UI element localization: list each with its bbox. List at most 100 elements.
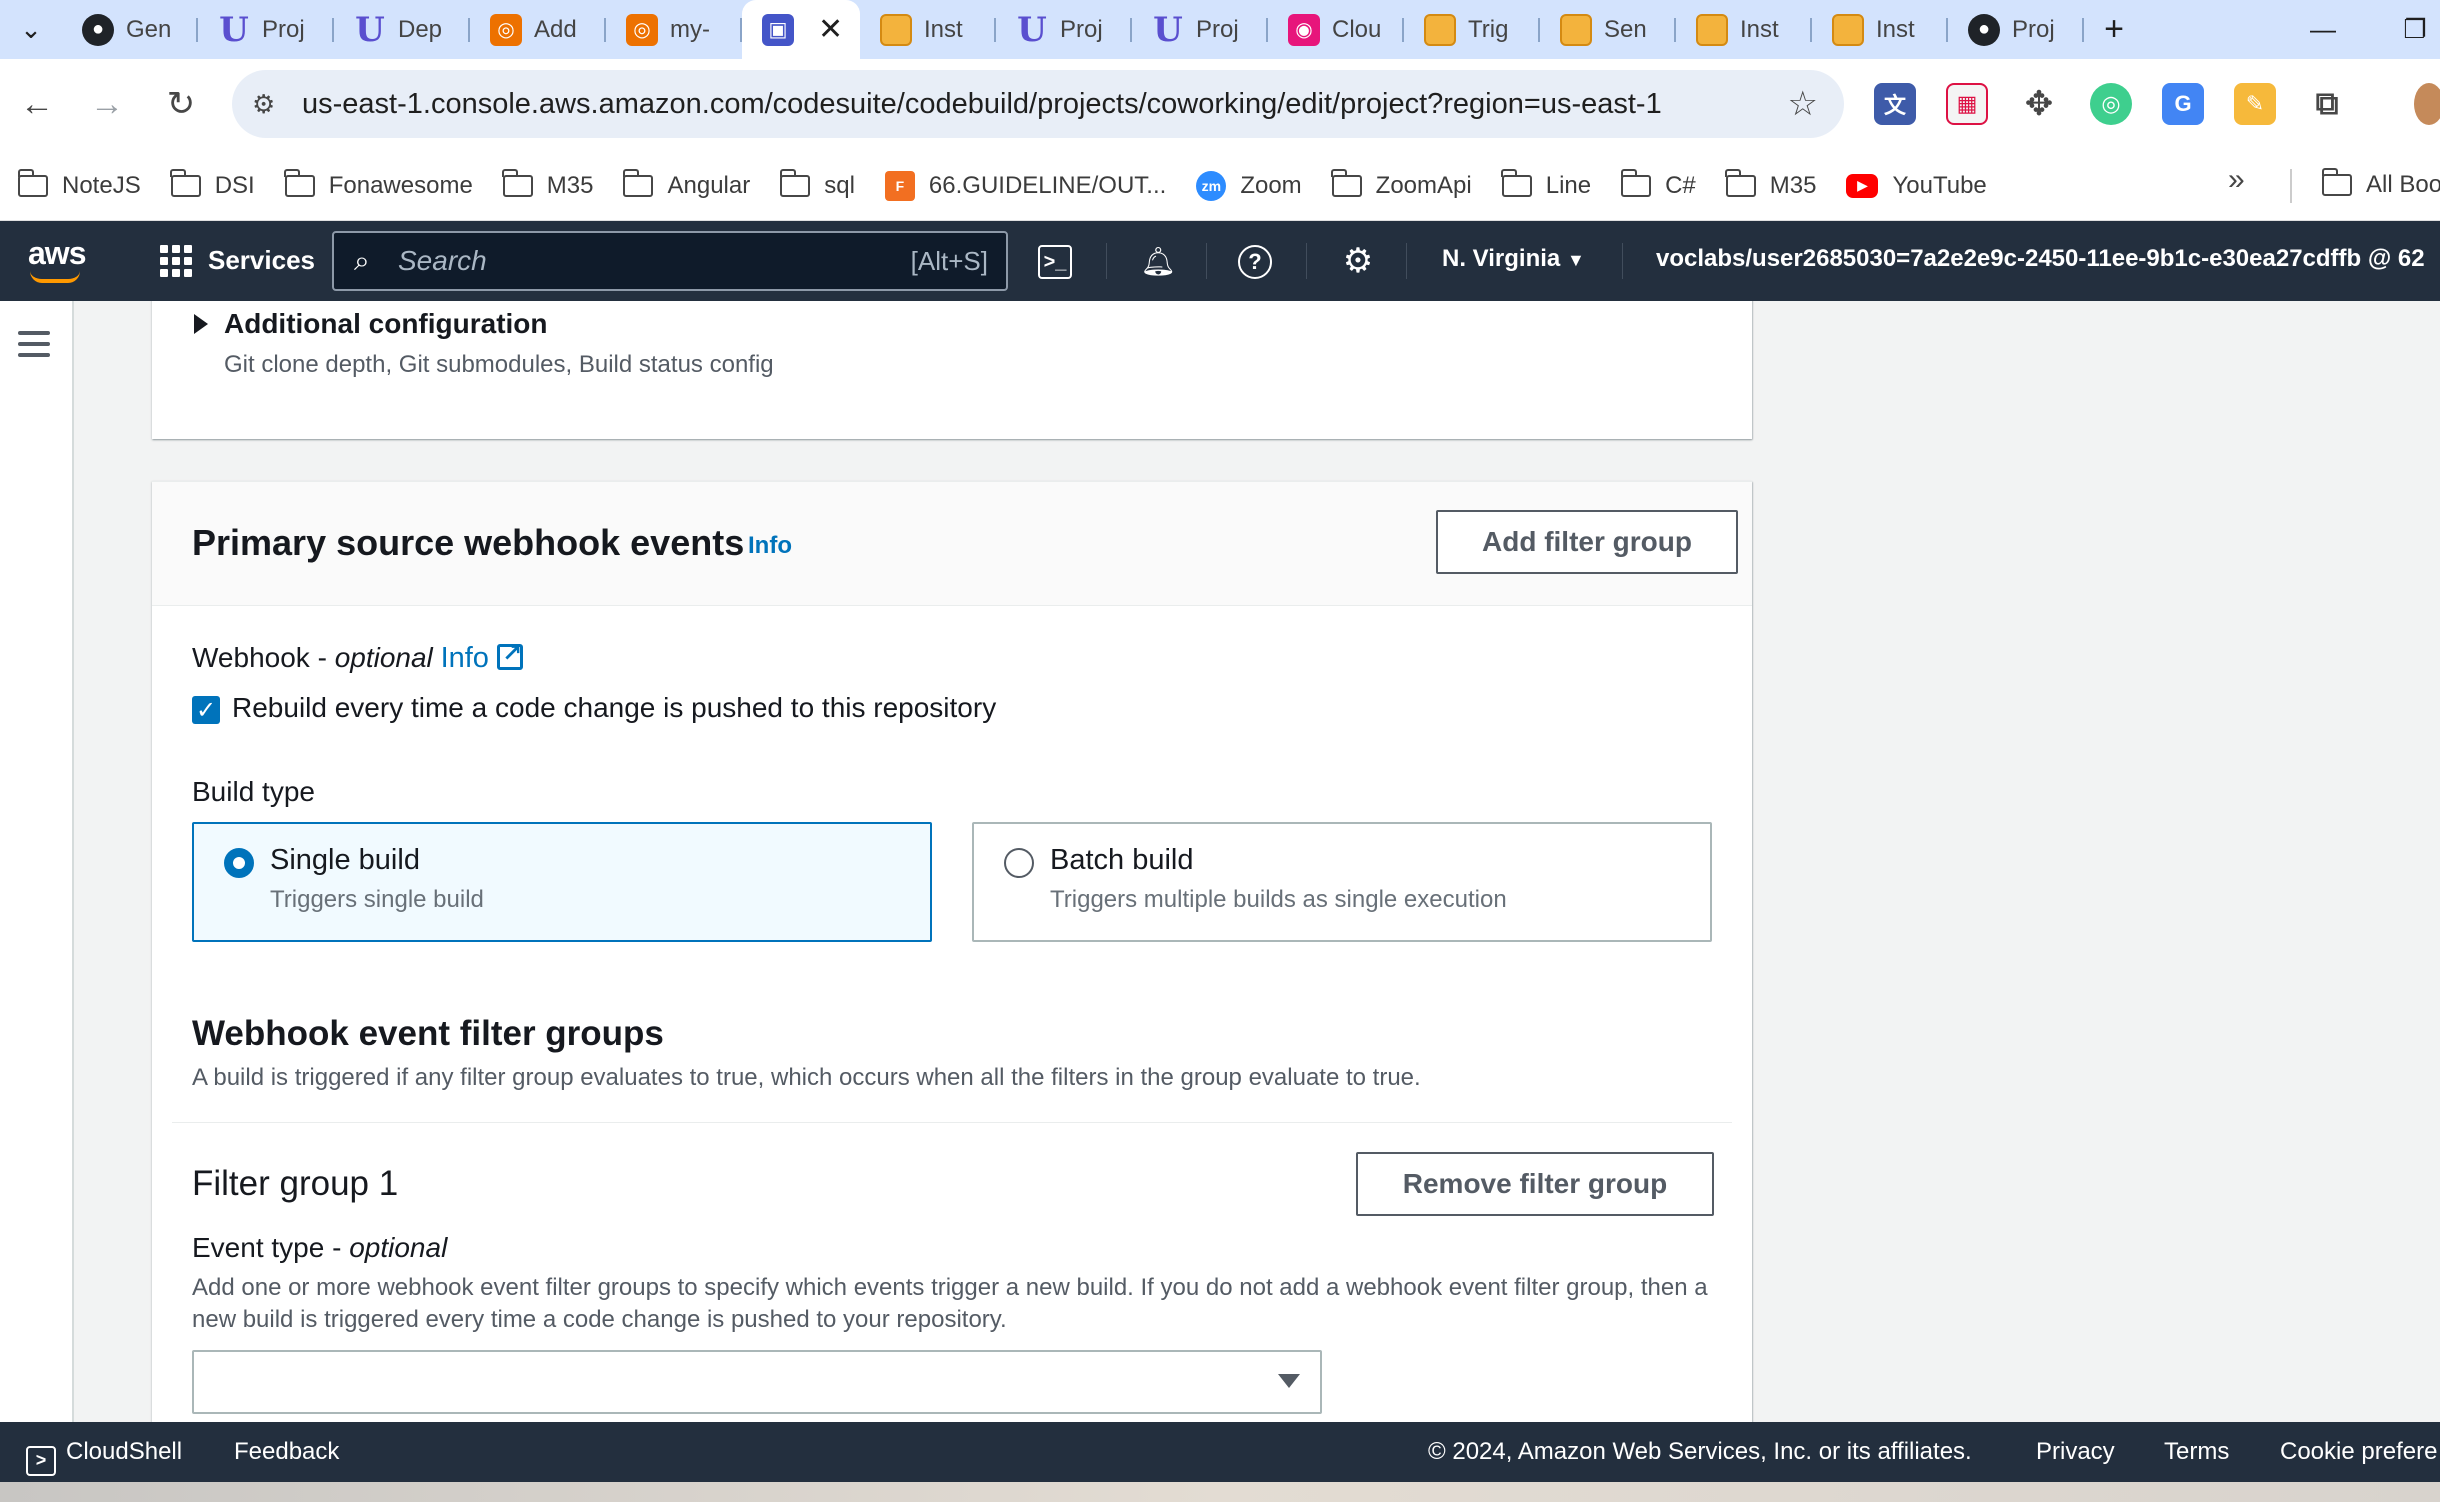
- all-bookmarks-folder[interactable]: All Boo: [2321, 168, 2440, 199]
- folder-icon: [2321, 168, 2352, 196]
- privacy-link[interactable]: Privacy: [2036, 1438, 2115, 1466]
- bookmark-star-icon[interactable]: ☆: [1788, 84, 1818, 124]
- rebuild-checkbox-label[interactable]: Rebuild every time a code change is push…: [232, 692, 996, 724]
- single-build-tile[interactable]: Single build Triggers single build: [192, 822, 932, 942]
- calendar-extension-icon[interactable]: ▦: [1946, 83, 1988, 125]
- new-tab-icon[interactable]: +: [2084, 0, 2144, 59]
- services-grid-icon[interactable]: [160, 245, 192, 277]
- bookmark-folder[interactable]: Line: [1501, 168, 1591, 200]
- additional-configuration-toggle[interactable]: Additional configuration: [224, 308, 548, 340]
- aws-logo[interactable]: aws: [28, 235, 86, 272]
- bookmark-folder[interactable]: M35: [502, 168, 593, 200]
- additional-configuration-description: Git clone depth, Git submodules, Build s…: [224, 351, 774, 378]
- zoom-icon: zm: [1196, 170, 1227, 201]
- bookmark-folder[interactable]: Fonawesome: [284, 168, 473, 200]
- profile-avatar[interactable]: [2414, 83, 2440, 125]
- translate-extension-icon[interactable]: 文: [1874, 83, 1916, 125]
- hamburger-menu-icon[interactable]: [18, 331, 50, 364]
- tab-search-chevron-icon[interactable]: ⌄: [0, 0, 62, 59]
- udacity-icon: U: [1017, 9, 1047, 50]
- url-text[interactable]: us-east-1.console.aws.amazon.com/codesui…: [292, 88, 1662, 121]
- browser-tab[interactable]: Inst: [860, 0, 996, 59]
- google-translate-icon[interactable]: G: [2162, 83, 2204, 125]
- bookmark-link[interactable]: ▶ YouTube: [1846, 172, 1987, 200]
- webhook-label: Webhook - optional Info: [192, 639, 523, 675]
- event-type-select[interactable]: [192, 1350, 1322, 1414]
- help-icon[interactable]: ?: [1238, 245, 1272, 279]
- codebuild-icon: ▣: [762, 13, 794, 46]
- remove-filter-group-button[interactable]: Remove filter group: [1356, 1152, 1714, 1216]
- bookmark-folder[interactable]: C#: [1620, 168, 1696, 200]
- bookmark-link[interactable]: F 66.GUIDELINE/OUT...: [884, 170, 1166, 201]
- aws-console-footer: > CloudShell Feedback © 2024, Amazon Web …: [0, 1422, 2440, 1482]
- folder-icon: [1501, 168, 1532, 197]
- bookmark-link[interactable]: zm Zoom: [1196, 170, 1302, 201]
- browser-tab[interactable]: U Proj: [198, 0, 334, 59]
- browser-tab[interactable]: U Dep: [334, 0, 470, 59]
- bookmark-folder[interactable]: NoteJS: [17, 168, 141, 200]
- bookmark-folder[interactable]: sql: [779, 168, 855, 200]
- back-arrow-icon[interactable]: ←: [12, 79, 62, 129]
- bookmark-folder[interactable]: DSI: [170, 168, 255, 200]
- more-bookmarks-icon[interactable]: »: [2228, 163, 2245, 197]
- feedback-link[interactable]: Feedback: [234, 1438, 339, 1466]
- folder-icon: [1331, 168, 1362, 197]
- move-extension-icon[interactable]: ✥: [2018, 83, 2060, 125]
- minimize-window-icon[interactable]: —: [2288, 0, 2358, 59]
- site-settings-icon[interactable]: ⚙: [232, 89, 292, 120]
- browser-tab-active[interactable]: ▣ ✕: [742, 0, 860, 59]
- cloudshell-footer-button[interactable]: > CloudShell: [26, 1438, 182, 1476]
- browser-tab[interactable]: Inst: [1812, 0, 1948, 59]
- browser-tab[interactable]: ◎ Add: [470, 0, 606, 59]
- expand-caret-icon[interactable]: [194, 314, 208, 334]
- tile-description: Triggers single build: [270, 886, 484, 913]
- bookmark-folder[interactable]: M35: [1725, 168, 1816, 200]
- green-extension-icon[interactable]: ◎: [2090, 83, 2132, 125]
- bookmark-folder[interactable]: ZoomApi: [1331, 168, 1472, 200]
- browser-tab[interactable]: Sen: [1540, 0, 1676, 59]
- settings-gear-icon[interactable]: ⚙: [1338, 241, 1378, 281]
- browser-tab[interactable]: U Proj: [1132, 0, 1268, 59]
- rebuild-checkbox[interactable]: ✓: [192, 696, 220, 724]
- highlighter-extension-icon[interactable]: ✎: [2234, 83, 2276, 125]
- header-separator: [1106, 243, 1107, 279]
- batch-build-radio[interactable]: [1004, 848, 1034, 878]
- browser-tab[interactable]: ◎ my-: [606, 0, 742, 59]
- aws-service-icon: ◎: [626, 13, 658, 46]
- external-link-icon[interactable]: [496, 639, 523, 670]
- extensions-puzzle-icon[interactable]: ⧉: [2306, 83, 2348, 125]
- cloudshell-icon[interactable]: >_: [1038, 245, 1072, 279]
- close-tab-icon[interactable]: ✕: [818, 12, 843, 47]
- address-bar[interactable]: ⚙ us-east-1.console.aws.amazon.com/codes…: [232, 70, 1844, 138]
- account-menu[interactable]: voclabs/user2685030=7a2e2e9c-2450-11ee-9…: [1656, 245, 2425, 273]
- folder-icon: [17, 168, 48, 197]
- add-filter-group-button[interactable]: Add filter group: [1436, 510, 1738, 574]
- batch-build-tile[interactable]: Batch build Triggers multiple builds as …: [972, 822, 1712, 942]
- udacity-icon: U: [355, 9, 385, 50]
- region-selector[interactable]: N. Virginia ▼: [1442, 245, 1585, 273]
- aws-cube-icon: [1696, 13, 1728, 46]
- aws-smile-logo: [30, 271, 80, 283]
- cookie-preferences-link[interactable]: Cookie prefere: [2280, 1438, 2437, 1466]
- bookmark-folder[interactable]: Angular: [622, 168, 750, 200]
- browser-tab[interactable]: Inst: [1676, 0, 1812, 59]
- browser-toolbar: ← → ↻ ⚙ us-east-1.console.aws.amazon.com…: [0, 59, 2440, 151]
- browser-tab[interactable]: U Proj: [996, 0, 1132, 59]
- restore-window-icon[interactable]: ❐: [2380, 0, 2440, 59]
- forward-arrow-icon[interactable]: →: [82, 79, 132, 129]
- single-build-radio[interactable]: [224, 848, 254, 878]
- udacity-icon: U: [219, 9, 249, 50]
- browser-tab[interactable]: ◉ Clou: [1268, 0, 1404, 59]
- browser-tab[interactable]: ● Proj: [1948, 0, 2084, 59]
- browser-tab[interactable]: Trig: [1404, 0, 1540, 59]
- webhook-info-link[interactable]: Info: [441, 642, 489, 674]
- browser-tab[interactable]: ● Gen: [62, 0, 198, 59]
- reload-icon[interactable]: ↻: [156, 79, 206, 129]
- notifications-bell-icon[interactable]: 🔔︎: [1138, 241, 1178, 281]
- event-type-description: Add one or more webhook event filter gro…: [192, 1274, 1708, 1333]
- terms-link[interactable]: Terms: [2164, 1438, 2229, 1466]
- info-link[interactable]: Info: [748, 532, 792, 560]
- services-menu-button[interactable]: Services: [208, 245, 315, 276]
- side-navigation-rail: [0, 301, 74, 1422]
- aws-search-input[interactable]: ⌕ Search [Alt+S]: [332, 231, 1008, 291]
